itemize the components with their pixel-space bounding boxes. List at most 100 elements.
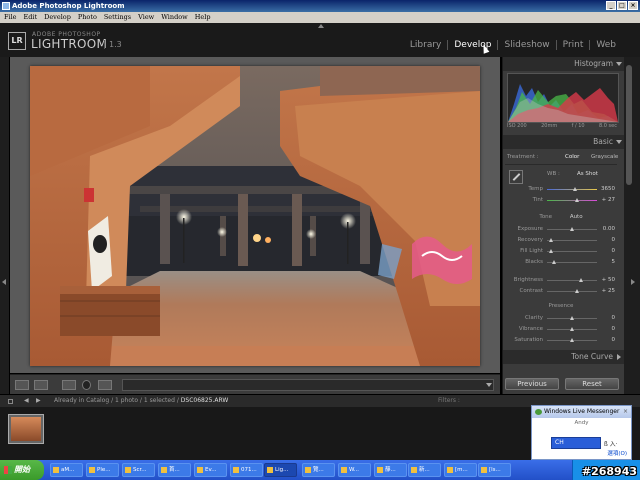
menu-window[interactable]: Window: [161, 12, 187, 23]
reset-button[interactable]: Reset: [565, 378, 619, 390]
slider-knob[interactable]: [569, 327, 574, 331]
crop-overlay-icon[interactable]: [62, 380, 76, 390]
slider-knob[interactable]: [549, 249, 554, 253]
slider-knob[interactable]: [569, 227, 574, 231]
tint-track[interactable]: [547, 198, 597, 202]
slider-knob[interactable]: [578, 278, 583, 282]
forward-arrow-icon[interactable]: ▶: [36, 395, 41, 407]
right-panel-toggle-icon[interactable]: [631, 279, 635, 285]
maximize-button[interactable]: □: [617, 1, 627, 10]
filmstrip-thumbnail[interactable]: [8, 414, 44, 444]
slider-presence-2[interactable]: Saturation 0: [505, 336, 617, 345]
slider-tint[interactable]: Tint + 27: [505, 196, 617, 205]
temp-value[interactable]: 3650: [601, 185, 615, 194]
slider-value[interactable]: 0: [612, 247, 616, 256]
taskbar-button-11[interactable]: [m...: [444, 463, 477, 477]
tone-curve-expand-icon[interactable]: [617, 354, 621, 360]
slider-tone-3[interactable]: Blacks 5: [505, 258, 617, 267]
left-panel-toggle-icon[interactable]: [2, 279, 6, 285]
menu-develop[interactable]: Develop: [44, 12, 71, 23]
menu-view[interactable]: View: [138, 12, 154, 23]
toolbar-info-field[interactable]: [122, 379, 494, 391]
module-library[interactable]: Library: [404, 40, 447, 50]
slider-value[interactable]: 0.00: [603, 225, 615, 234]
slider-presence-1[interactable]: Vibrance 0: [505, 325, 617, 334]
slider-track[interactable]: [547, 316, 597, 320]
tint-value[interactable]: + 27: [602, 196, 615, 205]
slider-tone-1[interactable]: Recovery 0: [505, 236, 617, 245]
slider-track[interactable]: [547, 227, 597, 231]
red-eye-icon[interactable]: [98, 380, 112, 390]
slider-value[interactable]: + 25: [602, 287, 615, 296]
taskbar-button-10[interactable]: 新...: [408, 463, 441, 477]
slider-presence-0[interactable]: Clarity 0: [505, 314, 617, 323]
slider-track[interactable]: [547, 238, 597, 242]
previous-button[interactable]: Previous: [505, 378, 559, 390]
temp-track[interactable]: [547, 187, 597, 191]
close-button[interactable]: ×: [628, 1, 638, 10]
basic-collapse-icon[interactable]: [616, 140, 622, 144]
basic-header[interactable]: Basic: [503, 135, 625, 149]
taskbar-button-12[interactable]: [ls...: [478, 463, 511, 477]
slider-track[interactable]: [547, 327, 597, 331]
slider-track[interactable]: [547, 338, 597, 342]
taskbar-button-2[interactable]: Scr...: [122, 463, 155, 477]
slider-knob[interactable]: [551, 260, 556, 264]
tint-knob[interactable]: [575, 198, 579, 202]
loupe-view-icon[interactable]: [15, 380, 29, 390]
module-web[interactable]: Web: [589, 40, 622, 50]
slider-track[interactable]: [547, 278, 597, 282]
slider-value[interactable]: 0: [612, 325, 616, 334]
messenger-popup[interactable]: Windows Live Messenger × Andy CH ß 入· 選項…: [531, 405, 632, 460]
slider-value[interactable]: 5: [612, 258, 616, 267]
slider-tone-2[interactable]: Fill Light 0: [505, 247, 617, 256]
slider-temp[interactable]: Temp 3650: [505, 185, 617, 194]
slider-track[interactable]: [547, 289, 597, 293]
messenger-close-icon[interactable]: ×: [623, 406, 628, 418]
histogram-collapse-icon[interactable]: [616, 62, 622, 66]
slider-value[interactable]: 0: [612, 236, 616, 245]
taskbar-button-8[interactable]: W...: [338, 463, 371, 477]
treatment-color[interactable]: Color: [565, 153, 579, 162]
grid-icon[interactable]: [8, 399, 13, 404]
menu-edit[interactable]: Edit: [24, 12, 38, 23]
tone-curve-header[interactable]: Tone Curve: [503, 350, 625, 364]
ime-toolbar[interactable]: CH: [551, 437, 601, 449]
menu-help[interactable]: Help: [195, 12, 211, 23]
taskbar-button-5[interactable]: 071...: [230, 463, 263, 477]
top-panel-toggle-icon[interactable]: [318, 24, 324, 28]
temp-knob[interactable]: [573, 187, 577, 191]
slider-tone-4[interactable]: Brightness + 50: [505, 276, 617, 285]
photo-preview[interactable]: [30, 66, 480, 366]
slider-tone-0[interactable]: Exposure 0.00: [505, 225, 617, 234]
menu-photo[interactable]: Photo: [78, 12, 97, 23]
module-print[interactable]: Print: [555, 40, 590, 50]
treatment-grayscale[interactable]: Grayscale: [591, 153, 618, 162]
before-after-icon[interactable]: [34, 380, 48, 390]
slider-knob[interactable]: [569, 316, 574, 320]
slider-track[interactable]: [547, 249, 597, 253]
auto-tone-button[interactable]: Auto: [570, 214, 583, 220]
menu-file[interactable]: File: [4, 12, 17, 23]
taskbar-button-4[interactable]: Ev...: [194, 463, 227, 477]
slider-knob[interactable]: [569, 338, 574, 342]
taskbar-button-9[interactable]: 靜...: [374, 463, 407, 477]
filters-label[interactable]: Filters :: [438, 395, 460, 407]
menu-settings[interactable]: Settings: [104, 12, 131, 23]
slider-tone-5[interactable]: Contrast + 25: [505, 287, 617, 296]
filmstrip-filename[interactable]: DSC06825.ARW: [181, 397, 229, 404]
slider-value[interactable]: 0: [612, 314, 616, 323]
taskbar-button-7[interactable]: 覽...: [302, 463, 335, 477]
taskbar-button-6[interactable]: Lig...: [264, 463, 297, 477]
minimize-button[interactable]: _: [606, 1, 616, 10]
slider-value[interactable]: + 50: [602, 276, 615, 285]
spot-removal-icon[interactable]: [82, 380, 91, 390]
messenger-options-link[interactable]: 選項(O): [607, 449, 627, 457]
taskbar-button-1[interactable]: Ple...: [86, 463, 119, 477]
histogram-header[interactable]: Histogram: [503, 57, 625, 71]
slider-knob[interactable]: [549, 238, 554, 242]
start-button[interactable]: 開始: [0, 460, 44, 480]
taskbar-button-0[interactable]: aM...: [50, 463, 83, 477]
slider-value[interactable]: 0: [612, 336, 616, 345]
toolbar-dropdown-icon[interactable]: [486, 383, 492, 387]
